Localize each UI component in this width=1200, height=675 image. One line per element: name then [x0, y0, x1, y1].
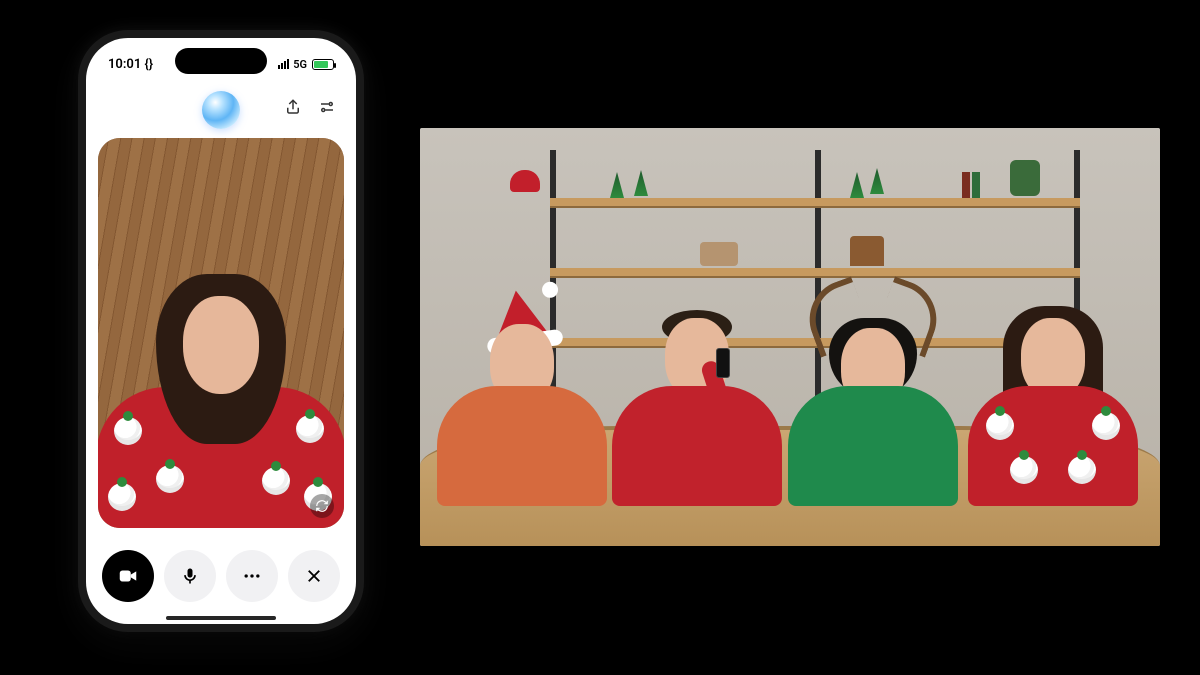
call-controls [86, 550, 356, 612]
cellular-signal-icon [278, 59, 289, 69]
person-long-hair-santa-sweater [968, 266, 1138, 506]
phone-screen: 10:01 {} 5G [86, 38, 356, 624]
status-time: 10:01 {} [108, 57, 153, 72]
presentation-stage: 10:01 {} 5G [0, 0, 1200, 675]
mini-tree-icon [870, 168, 884, 194]
close-button[interactable] [288, 550, 340, 602]
mini-tree-icon [850, 172, 864, 198]
mini-tree-icon [634, 170, 648, 196]
assistant-avatar-orb[interactable] [202, 91, 240, 129]
home-indicator[interactable] [166, 616, 276, 620]
book-icon [962, 172, 970, 198]
subject-face [183, 296, 259, 394]
battery-icon [312, 59, 334, 70]
panel-people [420, 246, 1160, 506]
person-reindeer-antlers [793, 266, 953, 506]
plant-icon [1010, 160, 1040, 196]
sliders-icon[interactable] [318, 98, 336, 116]
more-options-button[interactable] [226, 550, 278, 602]
microphone-button[interactable] [164, 550, 216, 602]
camera-flip-button[interactable] [310, 494, 334, 518]
status-right: 5G [278, 58, 334, 71]
app-header [86, 86, 356, 134]
network-label: 5G [293, 58, 307, 71]
person-holding-phone [617, 266, 777, 506]
dynamic-island [175, 48, 267, 74]
camera-subject [106, 252, 336, 528]
book-icon [972, 172, 980, 198]
person-santa-hat [442, 266, 602, 506]
camera-live-view[interactable] [98, 138, 344, 528]
handheld-phone-icon [716, 348, 730, 378]
share-icon[interactable] [284, 98, 302, 116]
studio-video-feed [420, 128, 1160, 546]
mini-tree-icon [610, 172, 624, 198]
iphone-mockup: 10:01 {} 5G [78, 30, 364, 632]
santa-hat-icon [510, 170, 540, 192]
video-button[interactable] [102, 550, 154, 602]
